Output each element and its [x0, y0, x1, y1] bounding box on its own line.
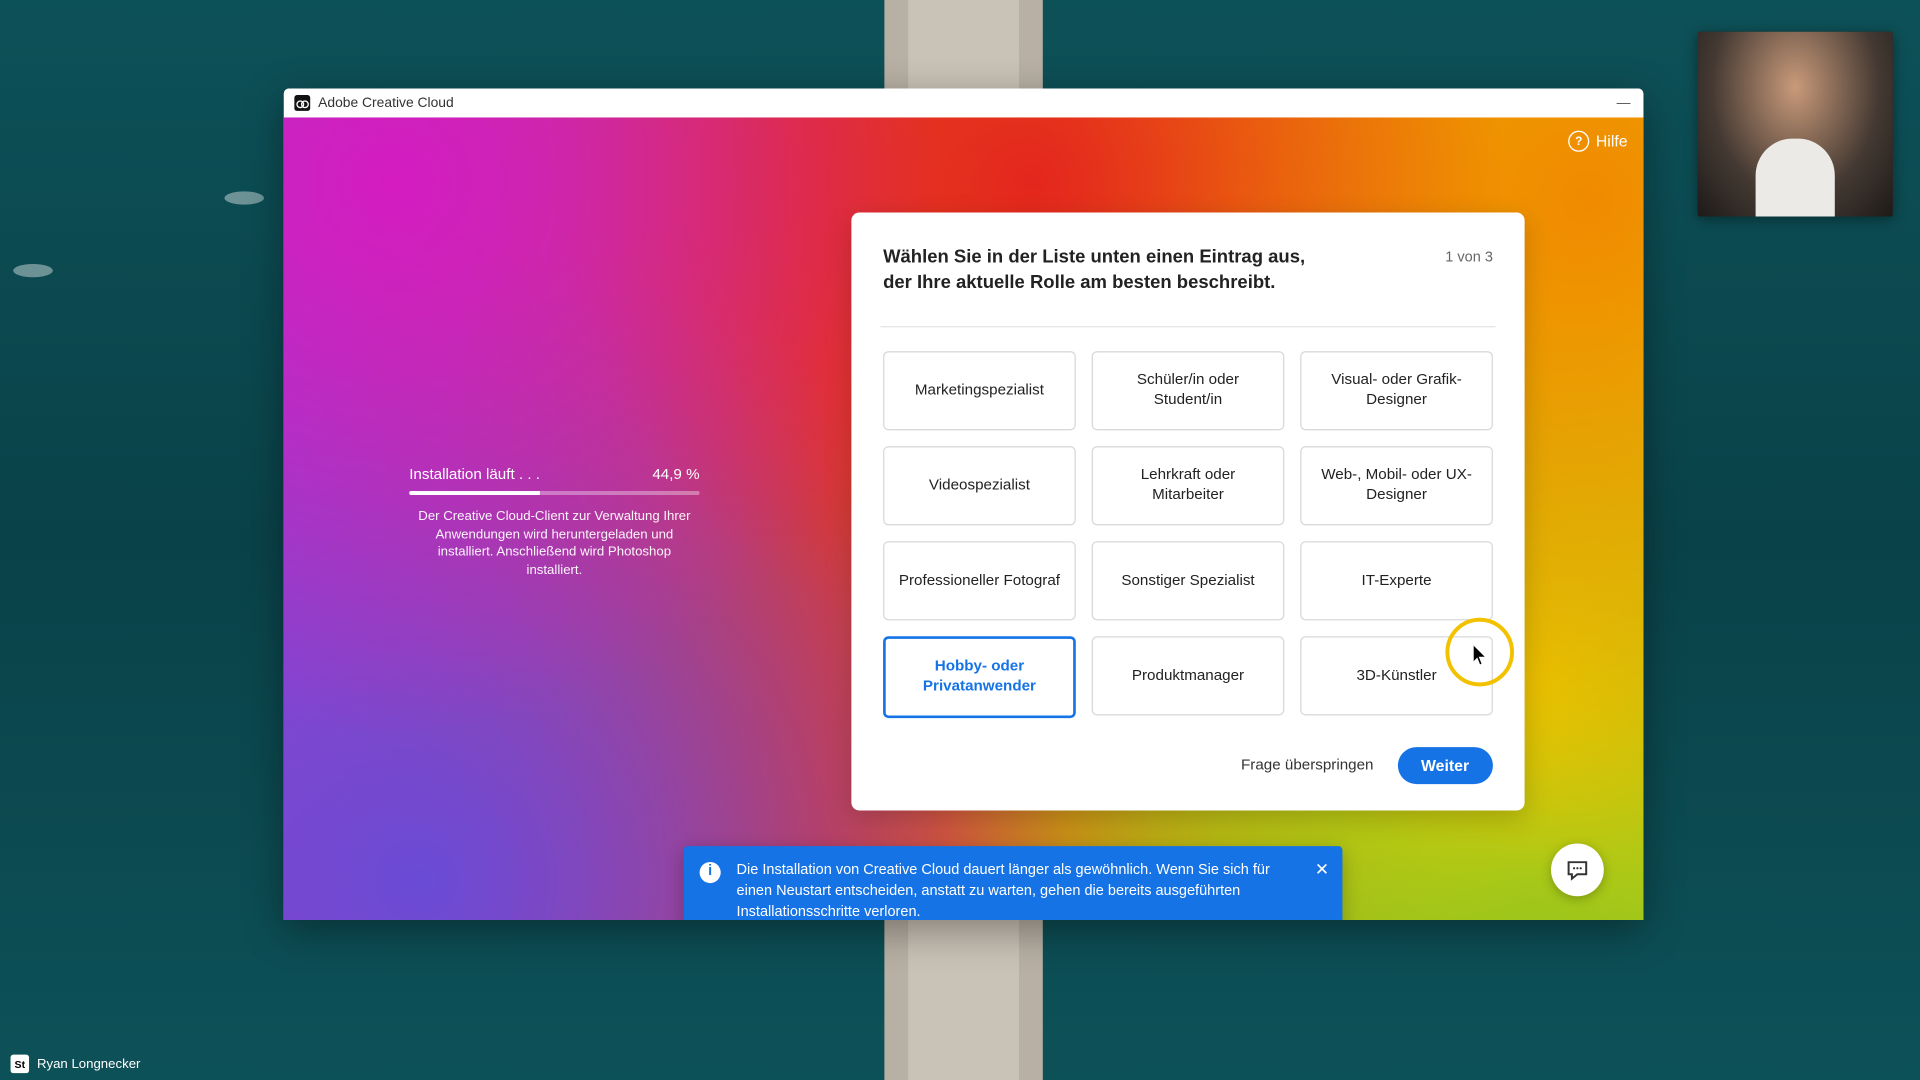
- webcam-overlay: [1698, 32, 1893, 217]
- creative-cloud-logo-icon: [294, 95, 310, 111]
- install-percent-label: 44,9 %: [652, 467, 699, 483]
- role-option[interactable]: Hobby- oder Privatanwender: [883, 636, 1076, 718]
- toast-close-button[interactable]: ✕: [1315, 858, 1329, 883]
- role-option[interactable]: Lehrkraft oder Mitarbeiter: [1092, 446, 1285, 525]
- wallpaper-detail: [224, 191, 264, 204]
- divider: [880, 326, 1495, 327]
- role-option[interactable]: Web-, Mobil- oder UX-Designer: [1300, 446, 1493, 525]
- install-status-label: Installation läuft . . .: [409, 467, 540, 483]
- role-option[interactable]: 3D-Künstler: [1300, 636, 1493, 715]
- window-title: Adobe Creative Cloud: [318, 95, 454, 111]
- wallpaper-author: Ryan Longnecker: [37, 1057, 140, 1072]
- survey-heading: Wählen Sie in der Liste unten einen Eint…: [883, 244, 1319, 294]
- help-icon: ?: [1568, 131, 1589, 152]
- install-progress-bar: [409, 491, 699, 495]
- role-options-grid: MarketingspezialistSchüler/in oder Stude…: [883, 351, 1493, 718]
- title-bar[interactable]: Adobe Creative Cloud —: [284, 88, 1644, 117]
- survey-step-indicator: 1 von 3: [1445, 249, 1493, 265]
- role-option[interactable]: Videospezialist: [883, 446, 1076, 525]
- wallpaper-detail: [13, 264, 53, 277]
- role-option[interactable]: Visual- oder Grafik-Designer: [1300, 351, 1493, 430]
- app-window: Adobe Creative Cloud — ? Hilfe Installat…: [284, 88, 1644, 920]
- stock-badge-icon: St: [11, 1055, 29, 1073]
- role-option[interactable]: Professioneller Fotograf: [883, 541, 1076, 620]
- info-icon: i: [700, 862, 721, 883]
- chat-icon: [1564, 857, 1590, 883]
- wallpaper-attribution: St Ryan Longnecker: [11, 1055, 141, 1073]
- install-warning-toast: i Die Installation von Creative Cloud da…: [684, 846, 1343, 920]
- toast-message: Die Installation von Creative Cloud daue…: [737, 862, 1270, 920]
- install-description: Der Creative Cloud-Client zur Verwaltung…: [409, 508, 699, 579]
- role-option[interactable]: Marketingspezialist: [883, 351, 1076, 430]
- role-option[interactable]: Produktmanager: [1092, 636, 1285, 715]
- install-progress-panel: Installation läuft . . . 44,9 % Der Crea…: [409, 467, 699, 579]
- window-body: ? Hilfe Installation läuft . . . 44,9 % …: [284, 117, 1644, 920]
- skip-question-link[interactable]: Frage überspringen: [1241, 757, 1373, 773]
- minimize-button[interactable]: —: [1614, 94, 1632, 112]
- role-option[interactable]: Sonstiger Spezialist: [1092, 541, 1285, 620]
- help-label: Hilfe: [1596, 132, 1628, 150]
- role-option[interactable]: IT-Experte: [1300, 541, 1493, 620]
- role-option[interactable]: Schüler/in oder Student/in: [1092, 351, 1285, 430]
- next-button[interactable]: Weiter: [1397, 747, 1493, 784]
- chat-button[interactable]: [1551, 843, 1604, 896]
- help-link[interactable]: ? Hilfe: [1568, 131, 1627, 152]
- role-survey-card: Wählen Sie in der Liste unten einen Eint…: [851, 213, 1524, 811]
